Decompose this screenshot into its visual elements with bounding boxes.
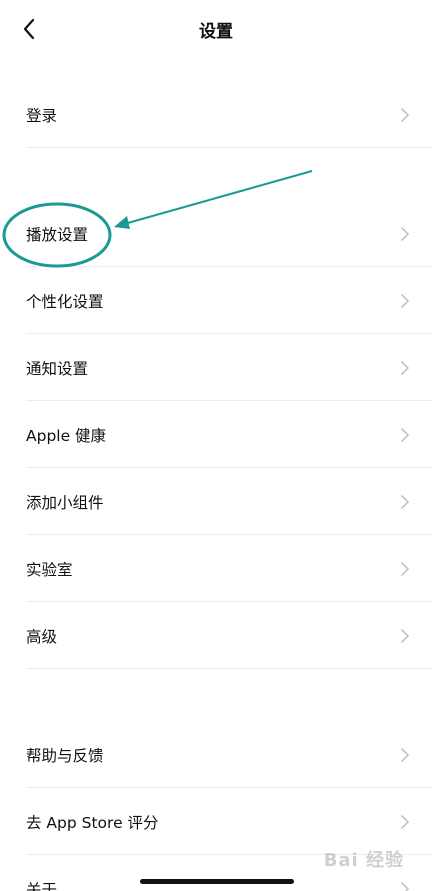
settings-row-lab[interactable]: 实验室 — [0, 536, 432, 602]
row-label: Apple 健康 — [26, 427, 107, 445]
settings-row-playback[interactable]: 播放设置 — [0, 201, 432, 267]
settings-row-personalization[interactable]: 个性化设置 — [0, 268, 432, 334]
row-label: 个性化设置 — [26, 293, 104, 311]
chevron-right-icon — [401, 361, 409, 375]
row-divider — [26, 333, 432, 334]
chevron-right-icon — [401, 108, 409, 122]
row-label: 实验室 — [26, 561, 73, 579]
chevron-right-icon — [401, 428, 409, 442]
row-label: 帮助与反馈 — [26, 747, 104, 765]
watermark-logo: Bai 经验 — [323, 850, 404, 871]
chevron-right-icon — [401, 815, 409, 829]
row-label: 登录 — [26, 107, 58, 125]
chevron-right-icon — [401, 629, 409, 643]
row-divider — [26, 266, 432, 267]
settings-row-apple-health[interactable]: Apple 健康 — [0, 402, 432, 468]
row-divider — [26, 400, 432, 401]
settings-row-add-widget[interactable]: 添加小组件 — [0, 469, 432, 535]
row-label: 播放设置 — [26, 226, 89, 244]
row-divider — [26, 601, 432, 602]
row-divider — [26, 534, 432, 535]
settings-row-advanced[interactable]: 高级 — [0, 603, 432, 669]
chevron-right-icon — [401, 227, 409, 241]
row-divider — [26, 147, 432, 148]
row-label: 通知设置 — [26, 360, 89, 378]
page-title: 设置 — [199, 22, 233, 42]
chevron-right-icon — [401, 562, 409, 576]
navigation-bar: 设置 — [0, 0, 432, 60]
settings-row-login[interactable]: 登录 — [0, 82, 432, 148]
row-label: 添加小组件 — [26, 494, 104, 512]
row-divider — [26, 787, 432, 788]
chevron-right-icon — [401, 495, 409, 509]
settings-row-help-feedback[interactable]: 帮助与反馈 — [0, 722, 432, 788]
chevron-right-icon — [401, 882, 409, 891]
row-label: 高级 — [26, 628, 58, 646]
chevron-right-icon — [401, 748, 409, 762]
settings-row-notifications[interactable]: 通知设置 — [0, 335, 432, 401]
row-label: 去 App Store 评分 — [26, 814, 159, 832]
home-indicator[interactable] — [140, 879, 294, 884]
settings-screen: 设置 登录 播放设置 个性化设置 通知设置 Apple 健康 添加小组件 实验室… — [0, 0, 432, 891]
row-divider — [26, 668, 432, 669]
row-divider — [26, 467, 432, 468]
chevron-right-icon — [401, 294, 409, 308]
row-label: 关于 — [26, 881, 58, 891]
